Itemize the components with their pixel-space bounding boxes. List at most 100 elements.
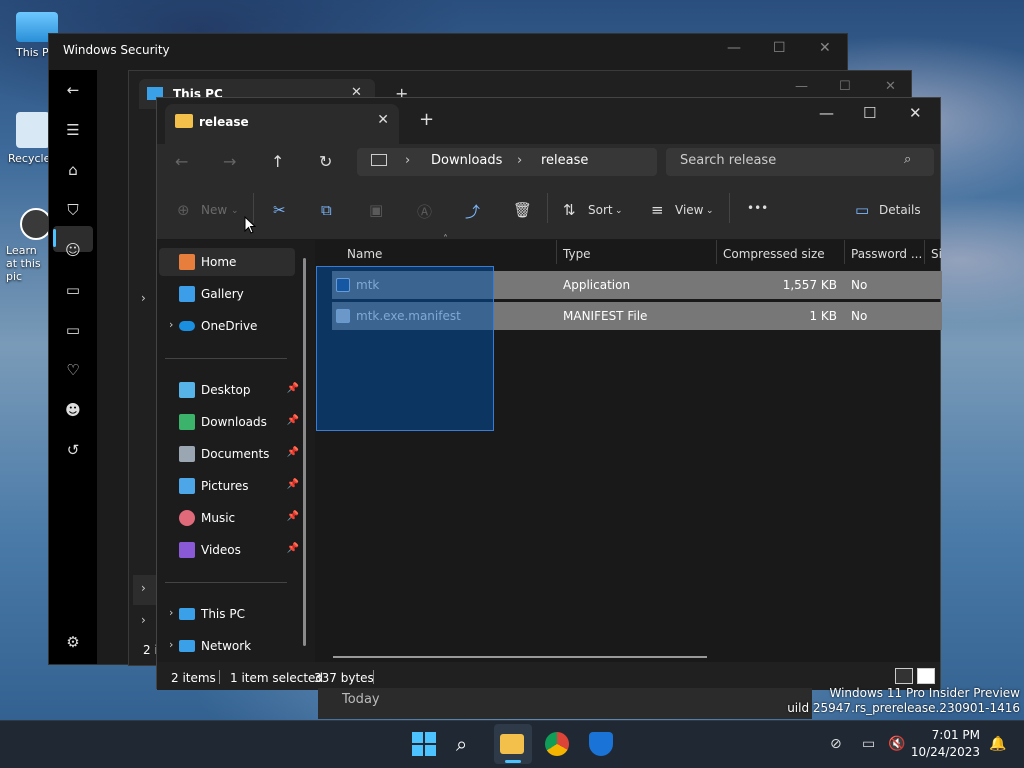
search-icon[interactable]: ⌕ <box>456 732 480 756</box>
nav-item-network[interactable]: › Network <box>159 632 293 660</box>
nav-item-gallery[interactable]: Gallery <box>159 280 293 308</box>
column-header-name[interactable]: Name <box>347 247 382 261</box>
new-tab-icon[interactable]: + <box>419 109 434 130</box>
column-divider[interactable] <box>556 240 557 264</box>
rename-icon[interactable]: Ⓐ <box>417 201 432 222</box>
close-tab-icon[interactable]: ✕ <box>377 112 389 128</box>
nav-item-pictures[interactable]: Pictures 📌 <box>169 472 303 500</box>
sort-button[interactable]: Sort <box>588 203 613 217</box>
shield-icon[interactable] <box>589 732 613 756</box>
cloud-icon <box>179 321 195 331</box>
clock-time[interactable]: 7:01 PM <box>932 728 980 742</box>
close-button[interactable]: ✕ <box>885 79 896 94</box>
file-password: No <box>851 278 868 292</box>
nav-item-videos[interactable]: Videos 📌 <box>169 536 303 564</box>
column-divider[interactable] <box>716 240 717 264</box>
nav-scrollbar[interactable] <box>303 258 306 646</box>
folder-icon <box>500 734 524 754</box>
breadcrumb-downloads[interactable]: Downloads <box>431 153 502 168</box>
details-button[interactable]: Details <box>879 203 921 217</box>
pictures-icon <box>179 478 195 494</box>
share-icon[interactable]: ⤴ <box>465 201 480 222</box>
nav-item-this-pc[interactable]: › This PC <box>159 600 293 628</box>
cut-icon[interactable]: ✂ <box>273 201 286 219</box>
minimize-button[interactable]: — <box>727 40 741 56</box>
horizontal-scrollbar[interactable] <box>333 656 707 658</box>
desktop-icon-learn-about-picture[interactable]: Learn at this pic <box>6 208 52 283</box>
marquee-selection <box>316 266 494 431</box>
more-options-button[interactable]: ••• <box>747 201 768 215</box>
display-icon[interactable]: ▭ <box>862 736 875 752</box>
column-header-size[interactable]: Si <box>931 247 942 261</box>
breadcrumb-release[interactable]: release <box>541 153 588 168</box>
chevron-right-icon[interactable]: › <box>141 613 146 627</box>
paste-icon[interactable]: ▣ <box>369 201 383 219</box>
close-button[interactable]: ✕ <box>819 40 831 56</box>
chrome-icon[interactable] <box>545 732 569 756</box>
chevron-right-icon[interactable]: › <box>169 606 173 619</box>
toolbar-divider <box>729 193 730 223</box>
nav-item-documents[interactable]: Documents 📌 <box>169 440 303 468</box>
heart-pulse-icon[interactable]: ♡ <box>63 360 83 380</box>
app-browser-icon[interactable]: ▭ <box>63 320 83 340</box>
nav-item-music[interactable]: Music 📌 <box>169 504 303 532</box>
column-divider[interactable] <box>924 240 925 264</box>
chevron-right-icon: › <box>141 581 146 595</box>
desktop-icon <box>179 382 195 398</box>
desktop-icon-recycle-bin[interactable]: Recycle <box>8 112 50 165</box>
up-arrow-icon[interactable]: ↑ <box>271 152 284 171</box>
nav-item-label: Desktop <box>201 383 251 397</box>
new-button[interactable]: New <box>201 203 227 217</box>
nav-item-label: Network <box>201 639 252 653</box>
maximize-button[interactable]: ☐ <box>839 79 851 94</box>
history-icon[interactable]: ↺ <box>63 440 83 460</box>
pin-icon: 📌 <box>286 383 299 394</box>
chevron-down-icon: ⌄ <box>706 206 714 216</box>
column-header-password[interactable]: Password ... <box>851 247 922 261</box>
nav-item-onedrive[interactable]: › OneDrive <box>159 312 293 340</box>
file-explorer-window: release ✕ + — ☐ ✕ ← → ↑ ↻ › Downloads › … <box>156 97 942 690</box>
column-header-type[interactable]: Type <box>563 247 591 261</box>
hamburger-menu-icon[interactable]: ☰ <box>63 120 83 140</box>
start-button-icon[interactable] <box>412 732 436 756</box>
delete-icon[interactable]: 🗑 <box>513 201 532 219</box>
maximize-button[interactable]: ☐ <box>863 104 876 122</box>
minimize-button[interactable]: — <box>795 79 808 94</box>
view-button[interactable]: View <box>675 203 703 217</box>
maximize-button[interactable]: ☐ <box>773 40 786 56</box>
details-view-icon[interactable] <box>895 668 913 684</box>
search-placeholder: Search release <box>680 153 777 168</box>
close-button[interactable]: ✕ <box>909 104 922 122</box>
shield-icon[interactable]: ⛉ <box>63 200 83 220</box>
nav-item-desktop[interactable]: Desktop 📌 <box>169 376 303 404</box>
gear-icon[interactable]: ⚙ <box>63 632 83 652</box>
family-icon[interactable]: ☻ <box>63 400 83 420</box>
large-icons-view-icon[interactable] <box>917 668 935 684</box>
firewall-icon[interactable]: ▭ <box>63 280 83 300</box>
chevron-right-icon[interactable]: › <box>169 638 173 651</box>
sort-icon: ⇅ <box>563 201 576 219</box>
nav-item-downloads[interactable]: Downloads 📌 <box>169 408 303 436</box>
breadcrumb[interactable] <box>357 148 657 176</box>
tab-release[interactable]: release ✕ <box>165 104 399 144</box>
home-icon[interactable]: ⌂ <box>63 160 83 180</box>
nav-item-label: Gallery <box>201 287 244 301</box>
nav-item-home[interactable]: Home <box>159 248 295 276</box>
clock-date[interactable]: 10/24/2023 <box>911 745 980 759</box>
notification-bell-icon[interactable]: 🔔 <box>989 736 1006 752</box>
sort-ascending-icon: ˄ <box>443 234 448 245</box>
column-header-compressed-size[interactable]: Compressed size <box>723 247 825 261</box>
chevron-right-icon[interactable]: › <box>169 318 173 331</box>
copy-icon[interactable]: ⧉ <box>321 201 332 219</box>
network-off-icon[interactable]: ⊘ <box>830 736 842 752</box>
column-divider[interactable] <box>844 240 845 264</box>
minimize-button[interactable]: — <box>819 104 834 122</box>
back-arrow-icon[interactable]: ← <box>175 152 188 171</box>
back-arrow-icon[interactable]: ← <box>63 80 83 100</box>
chevron-right-icon[interactable]: › <box>141 291 146 305</box>
speaker-muted-icon[interactable]: 🔇 <box>888 736 905 752</box>
person-icon[interactable]: ☺ <box>63 240 83 260</box>
search-icon[interactable]: ⌕ <box>904 152 911 167</box>
forward-arrow-icon[interactable]: → <box>223 152 236 171</box>
refresh-icon[interactable]: ↻ <box>319 152 332 171</box>
